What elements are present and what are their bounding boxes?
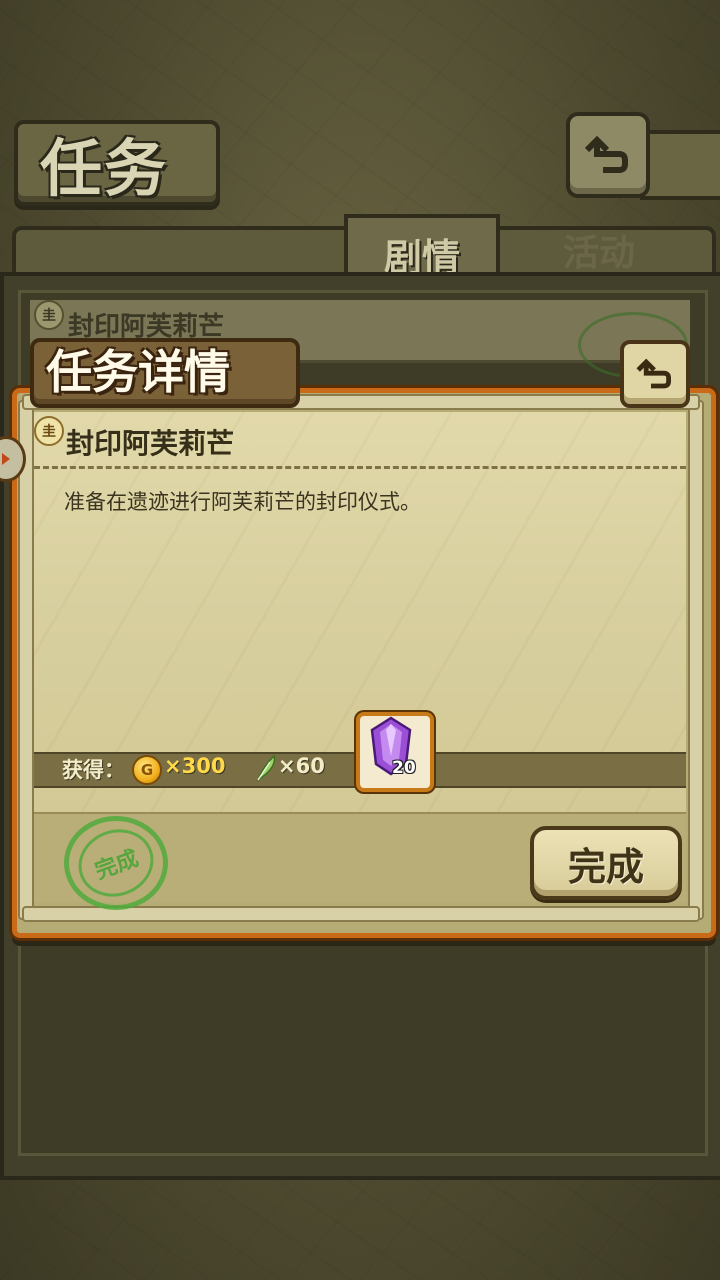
stamp-text: 完成 bbox=[91, 846, 142, 885]
return-arrow-icon bbox=[636, 358, 671, 389]
task-title: 封印阿芙莉芒 bbox=[66, 427, 235, 460]
gold-coin-icon: G bbox=[132, 755, 162, 785]
frame-rail-right bbox=[688, 400, 704, 920]
gem-reward-count: 20 bbox=[392, 758, 416, 778]
header-bar-right bbox=[640, 130, 720, 200]
feather-icon bbox=[256, 754, 276, 782]
task-description: 准备在遗迹进行阿芙莉芒的封印仪式。 bbox=[64, 490, 421, 514]
rank-icon: 圭 bbox=[34, 416, 64, 446]
complete-button[interactable]: 完成 bbox=[530, 826, 682, 900]
frame-rail-left bbox=[18, 400, 34, 920]
feather-reward-amount: ×60 bbox=[278, 754, 325, 778]
return-arrow-icon bbox=[566, 112, 650, 198]
coin-reward-amount: ×300 bbox=[164, 754, 226, 778]
screen-title: 任务 bbox=[40, 132, 169, 205]
dialog-title: 任务详情 bbox=[46, 345, 230, 399]
rank-icon: 圭 bbox=[34, 300, 64, 330]
tab-events[interactable]: 活动 bbox=[504, 220, 694, 280]
reward-label: 获得： bbox=[62, 758, 125, 782]
close-dialog-button[interactable] bbox=[620, 340, 690, 408]
